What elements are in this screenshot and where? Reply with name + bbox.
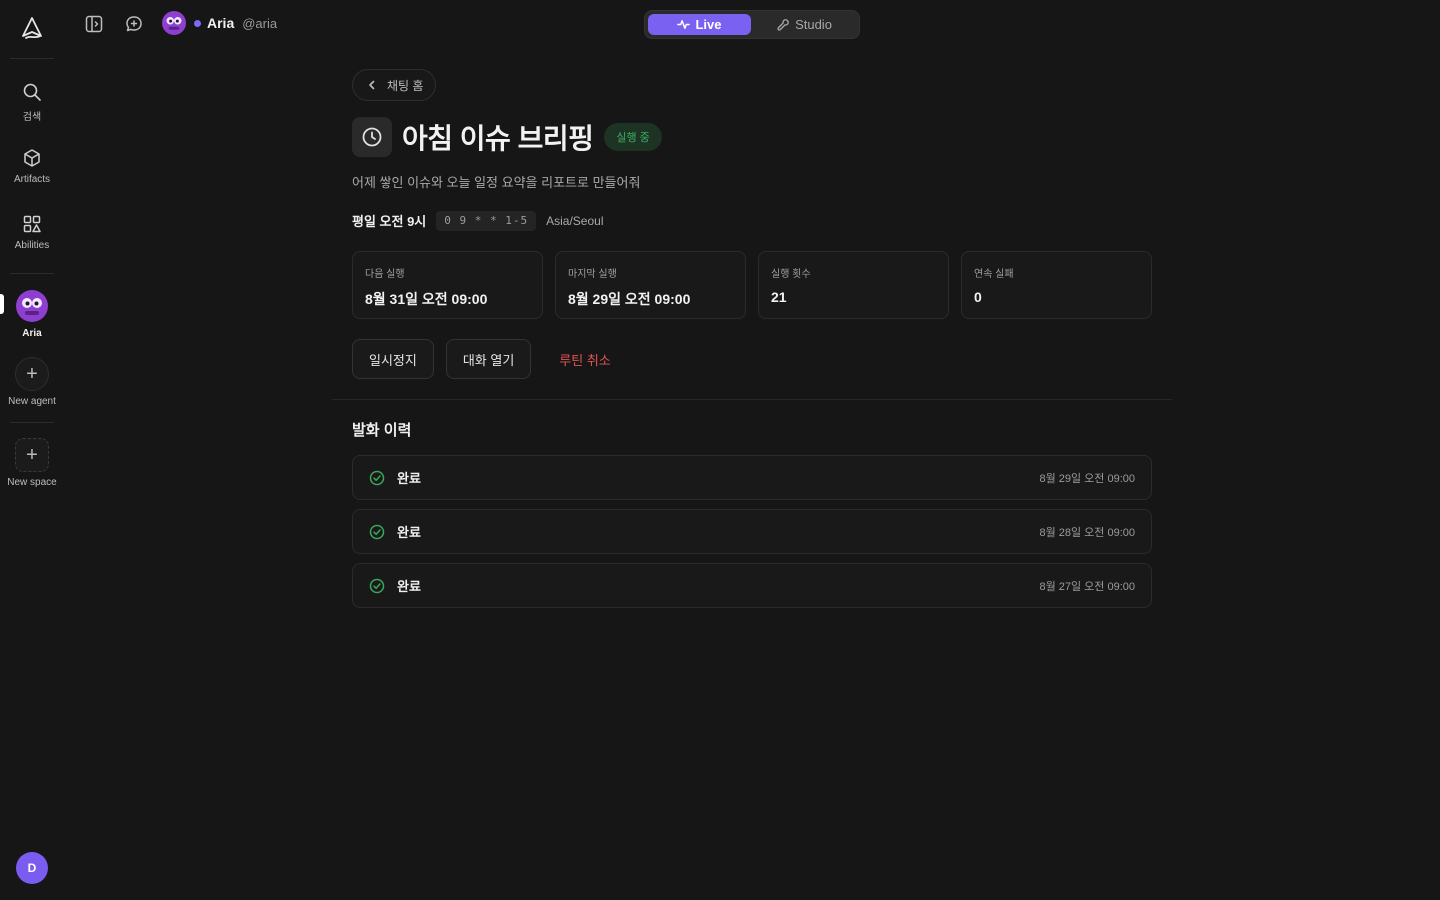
agent-avatar (162, 11, 186, 35)
rail-item-label: Artifacts (13, 174, 51, 185)
plus-icon: + (15, 357, 49, 391)
agent-name: Aria (207, 15, 235, 31)
live-mode-label: Live (695, 17, 722, 32)
history-status: 완료 (397, 525, 421, 540)
routine-header: 아침 이슈 브리핑 실행 중 (352, 117, 662, 157)
rail-item-label: Abilities (14, 240, 50, 251)
stat-value: 8월 29일 오전 09:00 (568, 291, 691, 307)
stats-grid: 다음 실행 8월 31일 오전 09:00 마지막 실행 8월 29일 오전 0… (352, 251, 1152, 319)
cancel-routine-button[interactable]: 루틴 취소 (543, 339, 626, 379)
new-agent-button[interactable]: + New agent (0, 357, 64, 407)
chevron-left-icon (369, 80, 375, 90)
history-status: 완료 (397, 471, 421, 486)
robot-face-icon (22, 298, 42, 315)
routine-actions: 일시정지 대화 열기 루틴 취소 (352, 339, 627, 379)
page-title: 아침 이슈 브리핑 (402, 123, 594, 154)
rail-item-search[interactable]: 검색 (0, 82, 64, 123)
rail-item-abilities[interactable]: Abilities (0, 214, 64, 251)
clock-icon (352, 117, 392, 157)
schedule-info: 평일 오전 9시 0 9 * * 1-5 Asia/Seoul (352, 210, 604, 231)
history-time: 8월 28일 오전 09:00 (1039, 526, 1135, 539)
rail-divider (10, 422, 54, 423)
app-logo-icon[interactable] (20, 16, 44, 42)
stat-label: 다음 실행 (365, 269, 405, 280)
history-time: 8월 27일 오전 09:00 (1039, 580, 1135, 593)
history-row[interactable]: 완료 8월 29일 오전 09:00 (352, 455, 1152, 500)
studio-mode-button[interactable]: Studio (753, 14, 856, 35)
stat-value: 8월 31일 오전 09:00 (365, 291, 488, 307)
history-status: 완료 (397, 579, 421, 594)
back-to-chat-home-button[interactable]: 채팅 홈 (352, 69, 437, 101)
check-circle-icon (369, 470, 385, 485)
sidebar-toggle-icon[interactable] (84, 14, 104, 34)
activity-icon (677, 20, 691, 29)
stat-value: 21 (771, 289, 787, 305)
wrench-icon (777, 19, 789, 31)
stat-label: 연속 실패 (974, 269, 1014, 280)
routine-description: 어제 쌓인 이슈와 오늘 일정 요약을 리포트로 만들어줘 (352, 175, 641, 190)
back-label: 채팅 홈 (387, 78, 424, 93)
new-space-button[interactable]: + New space (0, 438, 64, 488)
agent-handle: @aria (242, 15, 278, 31)
rail-item-label: Aria (22, 328, 42, 339)
live-mode-button[interactable]: Live (648, 14, 751, 35)
history-row[interactable]: 완료 8월 28일 오전 09:00 (352, 509, 1152, 554)
rail-item-artifacts[interactable]: Artifacts (0, 148, 64, 185)
box-icon (24, 149, 40, 167)
user-avatar[interactable]: D (16, 852, 48, 884)
schedule-label: 평일 오전 9시 (352, 214, 427, 229)
status-badge: 실행 중 (604, 123, 662, 151)
stat-card-next-run: 다음 실행 8월 31일 오전 09:00 (352, 251, 543, 319)
rail-item-agent-aria[interactable]: Aria (0, 290, 64, 339)
stat-card-run-count: 실행 횟수 21 (758, 251, 949, 319)
rail-item-label: 검색 (22, 112, 42, 123)
new-agent-label: New agent (8, 396, 56, 407)
history-time: 8월 29일 오전 09:00 (1039, 472, 1135, 485)
agent-avatar (16, 290, 48, 322)
plus-icon: + (15, 438, 49, 472)
history-row[interactable]: 완료 8월 27일 오전 09:00 (352, 563, 1152, 608)
current-agent[interactable]: Aria @aria (162, 11, 277, 35)
search-icon (23, 83, 41, 101)
robot-face-icon (166, 17, 182, 30)
check-circle-icon (369, 578, 385, 593)
grid-icon (23, 215, 41, 233)
timezone: Asia/Seoul (546, 213, 604, 228)
stat-value: 0 (974, 289, 982, 305)
new-space-label: New space (7, 477, 57, 488)
stat-card-consecutive-failures: 연속 실패 0 (961, 251, 1152, 319)
history-section-title: 발화 이력 (352, 422, 412, 439)
stat-card-last-run: 마지막 실행 8월 29일 오전 09:00 (555, 251, 746, 319)
mode-toggle: Live Studio (644, 10, 860, 39)
section-divider (332, 399, 1172, 400)
open-chat-button[interactable]: 대화 열기 (445, 339, 532, 379)
studio-mode-label: Studio (795, 17, 832, 32)
check-circle-icon (369, 524, 385, 539)
new-chat-icon[interactable] (124, 14, 144, 34)
cron-expression: 0 9 * * 1-5 (436, 210, 537, 231)
online-status-dot (194, 19, 201, 27)
stat-label: 마지막 실행 (568, 269, 617, 280)
history-list: 완료 8월 29일 오전 09:00 완료 8월 28일 오전 09:00 완료… (352, 455, 1152, 617)
stat-label: 실행 횟수 (771, 269, 811, 280)
rail-divider (10, 58, 54, 59)
rail-divider (10, 273, 54, 274)
pause-button[interactable]: 일시정지 (352, 339, 434, 379)
left-rail: 검색 Artifacts Abilities Aria + New agent … (0, 0, 64, 900)
